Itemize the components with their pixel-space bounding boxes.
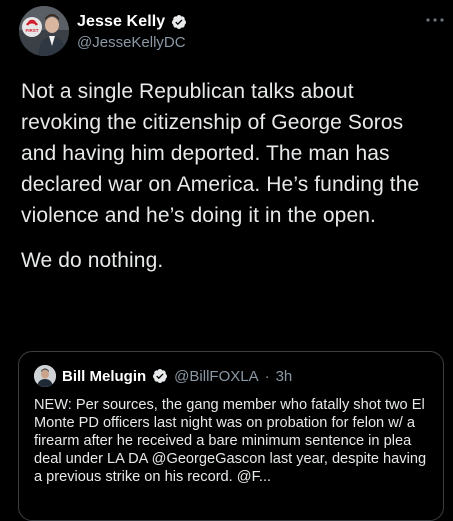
- quoted-tweet-card[interactable]: Bill Melugin @BillFOXLA · 3h NEW: Per so…: [18, 351, 444, 521]
- avatar-badge-text: FIRST: [26, 28, 39, 33]
- quoted-separator: ·: [264, 367, 270, 385]
- author-name[interactable]: Jesse Kelly: [77, 13, 165, 31]
- quoted-author-avatar: [34, 365, 56, 387]
- quoted-author-handle: @BillFOXLA: [174, 367, 259, 385]
- author-name-row: Jesse Kelly: [77, 13, 187, 31]
- author-handle[interactable]: @JesseKellyDC: [77, 34, 186, 51]
- tweet-header: FIRST Jesse Kelly @JesseKellyDC: [19, 6, 444, 58]
- quoted-timestamp: 3h: [275, 367, 293, 385]
- quoted-tweet-header: Bill Melugin @BillFOXLA · 3h: [34, 365, 292, 387]
- quoted-verified-badge-icon: [152, 368, 168, 384]
- quoted-author-name: Bill Melugin: [62, 367, 147, 385]
- verified-badge-icon: [171, 14, 187, 30]
- more-options-icon[interactable]: [425, 12, 445, 22]
- tweet: FIRST Jesse Kelly @JesseKellyDC Not a si…: [0, 0, 453, 521]
- tweet-body-paragraph-2: We do nothing.: [21, 249, 164, 272]
- tweet-body: Not a single Republican talks about revo…: [21, 76, 436, 290]
- quoted-tweet-text: NEW: Per sources, the gang member who fa…: [34, 397, 427, 485]
- author-avatar[interactable]: FIRST: [19, 6, 69, 56]
- tweet-body-paragraph-1: Not a single Republican talks about revo…: [21, 80, 420, 227]
- author-avatar-image: FIRST: [19, 6, 69, 56]
